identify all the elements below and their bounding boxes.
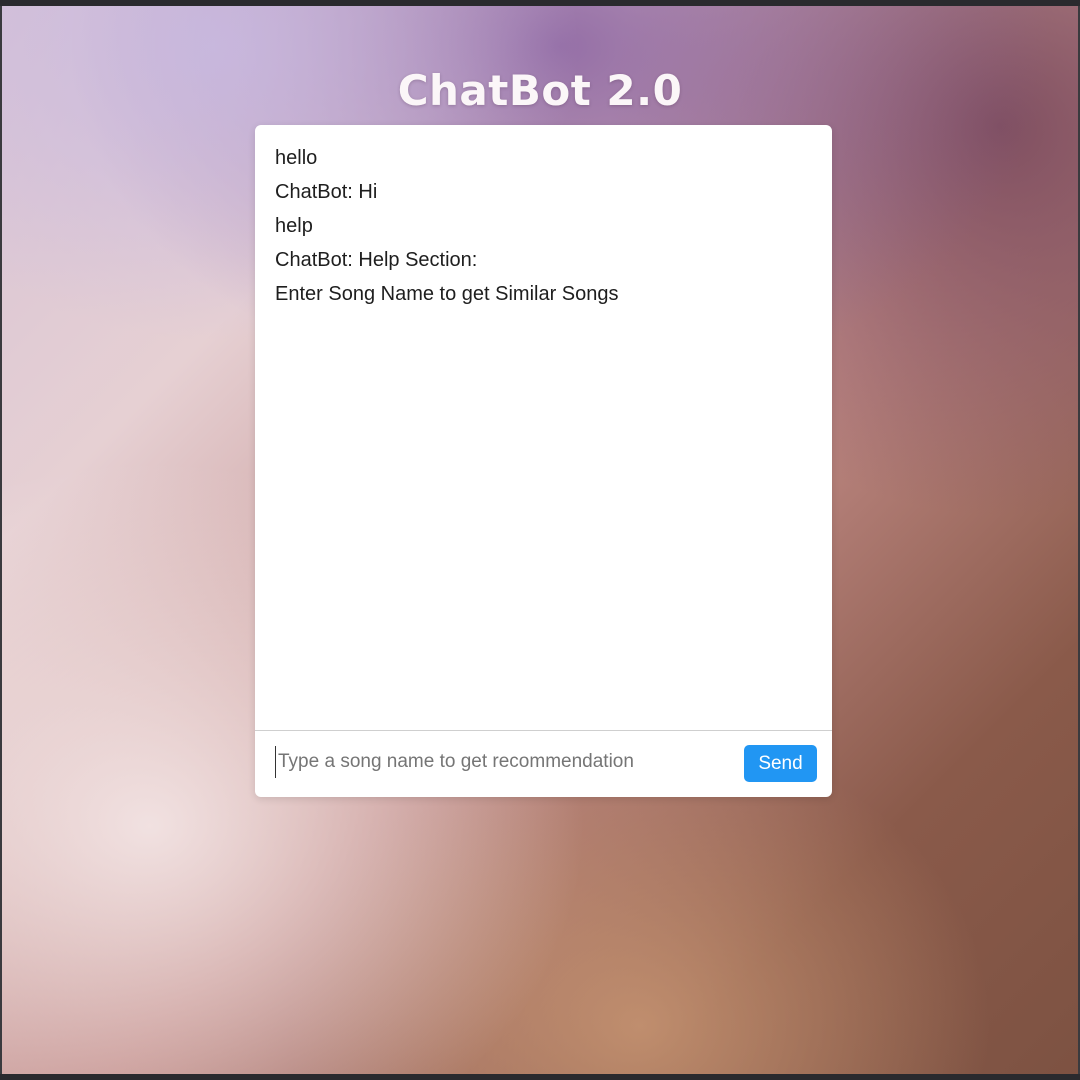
page-title: ChatBot 2.0 (397, 66, 683, 116)
window-edge-left (0, 6, 2, 1074)
message-input-row: Send (255, 731, 832, 797)
message-list[interactable]: hello ChatBot: Hi help ChatBot: Help Sec… (255, 125, 832, 730)
message-bot-help-line: Enter Song Name to get Similar Songs (275, 283, 619, 305)
message-bot: ChatBot: Hi (275, 181, 378, 203)
chat-window: hello ChatBot: Hi help ChatBot: Help Sec… (255, 125, 832, 797)
message-user: hello (275, 147, 318, 169)
message-user: help (275, 215, 313, 237)
song-name-input[interactable] (275, 746, 728, 778)
message-bot: ChatBot: Help Section: (275, 249, 478, 271)
send-button[interactable]: Send (744, 745, 817, 782)
